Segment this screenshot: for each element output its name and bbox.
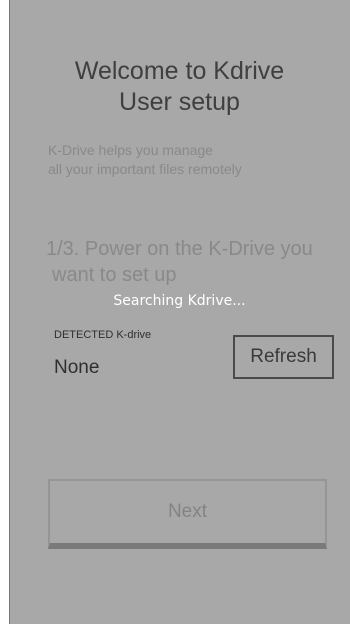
intro-line-1: K-Drive helps you manage: [48, 142, 213, 158]
refresh-button[interactable]: Refresh: [233, 335, 334, 379]
searching-status: Searching Kdrive...: [113, 293, 246, 309]
detected-value: None: [54, 357, 100, 378]
page-title: Welcome to Kdrive User setup: [9, 56, 350, 118]
step-line-2: want to set up: [52, 264, 177, 286]
step-instruction: 1/3. Power on the K-Drive you want to se…: [46, 236, 313, 288]
title-line-2: User setup: [119, 88, 240, 116]
setup-screen: Welcome to Kdrive User setup K-Drive hel…: [0, 0, 350, 624]
title-line-1: Welcome to Kdrive: [74, 57, 285, 85]
intro-text: K-Drive helps you manage all your import…: [48, 141, 242, 179]
detected-label: DETECTED K-drive: [54, 329, 152, 341]
intro-line-2: all your important files remotely: [48, 161, 242, 177]
step-line-1: 1/3. Power on the K-Drive you: [46, 238, 313, 260]
next-button[interactable]: Next: [48, 479, 327, 549]
